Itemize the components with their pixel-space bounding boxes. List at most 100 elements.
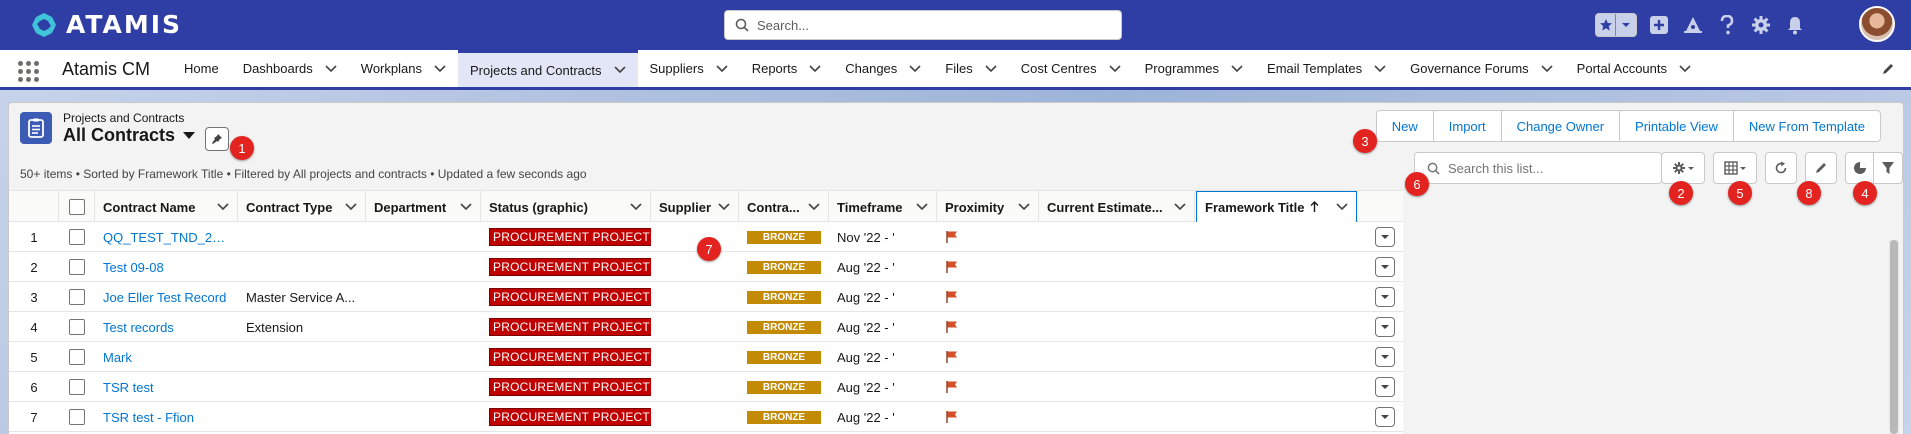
caret-down-icon[interactable] xyxy=(183,131,196,140)
chevron-down-icon[interactable] xyxy=(434,64,446,73)
column-header-framework-title[interactable]: Framework Title xyxy=(1196,191,1357,223)
nav-item-portal-accounts[interactable]: Portal Accounts xyxy=(1565,50,1703,87)
select-all-checkbox[interactable] xyxy=(68,199,85,215)
chevron-down-icon[interactable] xyxy=(613,66,626,74)
scrollbar-thumb[interactable] xyxy=(1890,240,1898,434)
column-header-contract-type[interactable]: Contract Type xyxy=(238,191,366,223)
contract-name-link[interactable]: TSR test - Ffion xyxy=(103,410,194,425)
list-view-selector[interactable]: All Contracts xyxy=(63,125,196,146)
table-row[interactable]: 4 Test records Extension PROCUREMENT PROJEC… xyxy=(9,312,1403,342)
row-checkbox[interactable] xyxy=(69,289,85,305)
list-view-controls-button[interactable] xyxy=(1661,152,1705,184)
refresh-button[interactable] xyxy=(1765,152,1797,184)
user-avatar[interactable] xyxy=(1859,6,1895,42)
chevron-down-icon[interactable] xyxy=(217,203,229,211)
row-actions-dropdown-icon[interactable] xyxy=(1375,227,1395,247)
contract-name-link[interactable]: TSR test xyxy=(103,380,154,395)
chevron-down-icon[interactable] xyxy=(1679,64,1691,73)
atamis-logo[interactable]: ATAMIS xyxy=(30,10,182,39)
nav-item-home[interactable]: Home xyxy=(172,50,231,87)
column-header-status[interactable]: Status (graphic) xyxy=(481,191,651,223)
chevron-down-icon[interactable] xyxy=(1336,203,1348,211)
table-row[interactable]: 6 TSR test PROCUREMENT PROJECT BRONZE Aug '2… xyxy=(9,372,1403,402)
row-actions-dropdown-icon[interactable] xyxy=(1375,257,1395,277)
column-header-current-estimate[interactable]: Current Estimate... xyxy=(1039,191,1195,223)
nav-item-email-templates[interactable]: Email Templates xyxy=(1255,50,1398,87)
table-row[interactable]: 7 TSR test - Ffion PROCUREMENT PROJECT BRON… xyxy=(9,402,1403,432)
trailhead-icon[interactable] xyxy=(1681,13,1705,37)
chevron-down-icon[interactable] xyxy=(718,203,730,211)
chevron-down-icon[interactable] xyxy=(325,64,337,73)
row-actions-dropdown-icon[interactable] xyxy=(1375,317,1395,337)
contract-name-link[interactable]: Joe Eller Test Record xyxy=(103,290,226,305)
chevron-down-icon[interactable] xyxy=(808,203,820,211)
row-actions-dropdown-icon[interactable] xyxy=(1375,287,1395,307)
row-actions-dropdown-icon[interactable] xyxy=(1375,347,1395,367)
chevron-down-icon[interactable] xyxy=(630,203,642,211)
new-button[interactable]: New xyxy=(1376,111,1433,141)
display-as-button[interactable] xyxy=(1713,152,1757,184)
chevron-down-icon[interactable] xyxy=(1541,64,1553,73)
row-checkbox[interactable] xyxy=(69,349,85,365)
global-search-input[interactable] xyxy=(757,17,1097,33)
chevron-down-icon[interactable] xyxy=(345,203,357,211)
favorites-dropdown-icon[interactable] xyxy=(1616,14,1636,36)
nav-item-programmes[interactable]: Programmes xyxy=(1133,50,1255,87)
chevron-down-icon[interactable] xyxy=(809,64,821,73)
nav-item-cost-centres[interactable]: Cost Centres xyxy=(1009,50,1133,87)
row-checkbox[interactable] xyxy=(69,379,85,395)
column-header-proximity[interactable]: Proximity xyxy=(937,191,1039,223)
filter-icon[interactable] xyxy=(1874,153,1902,183)
chevron-down-icon[interactable] xyxy=(1109,64,1121,73)
chevron-down-icon[interactable] xyxy=(909,64,921,73)
nav-item-suppliers[interactable]: Suppliers xyxy=(638,50,740,87)
edit-nav-pencil-icon[interactable] xyxy=(1881,62,1895,76)
inline-edit-button[interactable] xyxy=(1805,152,1837,184)
column-header-contract-name[interactable]: Contract Name xyxy=(95,191,238,223)
global-actions-icon[interactable] xyxy=(1647,13,1671,37)
help-icon[interactable] xyxy=(1715,13,1739,37)
list-search[interactable] xyxy=(1414,152,1662,184)
pie-chart-icon[interactable] xyxy=(1846,153,1875,183)
column-header-timeframe[interactable]: Timeframe xyxy=(829,191,937,223)
table-row[interactable]: 3 Joe Eller Test Record Master Service A..… xyxy=(9,282,1403,312)
favorites-star-icon[interactable] xyxy=(1596,14,1616,36)
chevron-down-icon[interactable] xyxy=(1374,64,1386,73)
contract-name-link[interactable]: Test 09-08 xyxy=(103,260,164,275)
nav-item-projects-and-contracts[interactable]: Projects and Contracts xyxy=(457,50,638,87)
chevron-down-icon[interactable] xyxy=(1174,203,1186,211)
column-header-contract-tier[interactable]: Contra... xyxy=(739,191,829,223)
printable-view-button[interactable]: Printable View xyxy=(1619,111,1733,141)
table-scrollbar[interactable] xyxy=(1889,240,1899,434)
column-header-supplier[interactable]: Supplier xyxy=(651,191,739,223)
import-button[interactable]: Import xyxy=(1432,111,1501,141)
new-from-template-button[interactable]: New From Template xyxy=(1732,111,1880,141)
change-owner-button[interactable]: Change Owner xyxy=(1500,111,1620,141)
chevron-down-icon[interactable] xyxy=(716,64,728,73)
contract-name-link[interactable]: QQ_TEST_TND_2022... xyxy=(103,230,230,245)
row-actions-dropdown-icon[interactable] xyxy=(1375,407,1395,427)
nav-item-workplans[interactable]: Workplans xyxy=(349,50,458,87)
nav-item-changes[interactable]: Changes xyxy=(833,50,933,87)
notifications-bell-icon[interactable] xyxy=(1783,13,1807,37)
row-checkbox[interactable] xyxy=(69,319,85,335)
nav-item-files[interactable]: Files xyxy=(933,50,1008,87)
pin-list-view-button[interactable] xyxy=(205,127,229,151)
row-checkbox[interactable] xyxy=(69,409,85,425)
setup-gear-icon[interactable] xyxy=(1749,13,1773,37)
nav-item-dashboards[interactable]: Dashboards xyxy=(231,50,349,87)
contract-name-link[interactable]: Mark xyxy=(103,350,132,365)
row-checkbox[interactable] xyxy=(69,259,85,275)
chevron-down-icon[interactable] xyxy=(1231,64,1243,73)
list-search-input[interactable] xyxy=(1448,160,1648,176)
chevron-down-icon[interactable] xyxy=(1018,203,1030,211)
row-checkbox[interactable] xyxy=(69,229,85,245)
chevron-down-icon[interactable] xyxy=(985,64,997,73)
contract-name-link[interactable]: Test records xyxy=(103,320,174,335)
app-launcher-icon[interactable] xyxy=(18,61,40,82)
chevron-down-icon[interactable] xyxy=(916,203,928,211)
nav-item-reports[interactable]: Reports xyxy=(740,50,834,87)
chevron-down-icon[interactable] xyxy=(460,203,472,211)
column-header-department[interactable]: Department xyxy=(366,191,481,223)
row-actions-dropdown-icon[interactable] xyxy=(1375,377,1395,397)
